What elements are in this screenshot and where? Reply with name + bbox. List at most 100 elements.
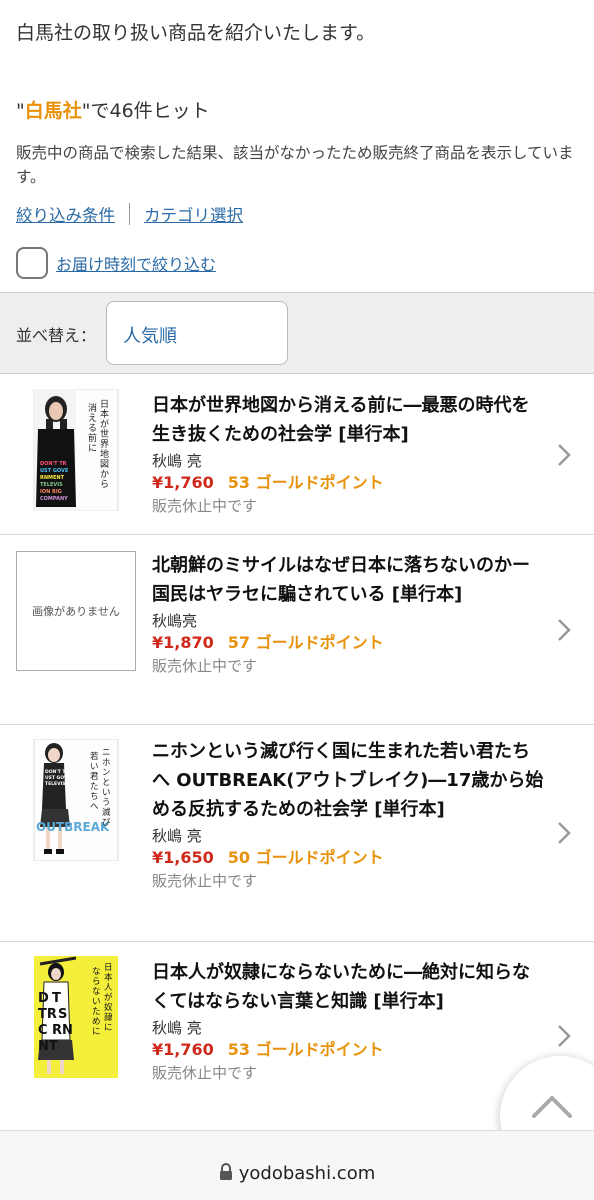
svg-text:TELEVIS: TELEVIS: [45, 781, 65, 787]
filter-conditions-link[interactable]: 絞り込み条件: [16, 202, 115, 226]
product-points: 53 ゴールドポイント: [227, 1040, 384, 1059]
svg-text:図: 図: [100, 459, 109, 470]
price-row: ¥1,760 53 ゴールドポイント: [152, 471, 547, 495]
svg-text:本: 本: [100, 408, 109, 420]
product-item[interactable]: DON'T TR UST GOVE RNMENT TELEVIS ION BIG…: [0, 375, 594, 535]
product-price: ¥1,870: [152, 633, 214, 652]
product-author: 秋嶋 亮: [152, 827, 202, 845]
product-title[interactable]: 日本が世界地図から消える前に―最悪の時代を生き抜くための社会学 [単行本]: [152, 391, 547, 449]
delivery-filter-checkbox[interactable]: [16, 247, 48, 279]
svg-text:NT: NT: [38, 1039, 58, 1054]
product-title[interactable]: 北朝鮮のミサイルはなぜ日本に落ちないのかー国民はヤラセに騙されている [単行本]: [152, 551, 547, 609]
chevron-right-icon: [558, 1025, 571, 1047]
product-status: 販売休止中です: [152, 1064, 258, 1082]
svg-text:世: 世: [100, 428, 109, 440]
url-text: yodobashi.com: [238, 1163, 376, 1184]
svg-text:た: た: [90, 782, 99, 792]
product-author: 秋嶋亮: [152, 612, 198, 630]
chevron-right-icon: [558, 444, 571, 466]
quote-open: ": [16, 100, 25, 122]
svg-text:日: 日: [104, 963, 113, 973]
svg-text:地: 地: [100, 448, 109, 460]
product-info: 日本が世界地図から消える前に―最悪の時代を生き抜くための社会学 [単行本] 秋嶋…: [152, 391, 547, 517]
price-row: ¥1,760 53 ゴールドポイント: [152, 1038, 547, 1062]
svg-text:界: 界: [100, 439, 109, 450]
product-thumbnail: OUTBREAK DON'T TR UST GOV TELEVIS ニホンという…: [33, 739, 119, 861]
svg-text:ち: ち: [90, 792, 99, 802]
svg-text:本: 本: [104, 972, 113, 983]
svg-text:ニ: ニ: [102, 748, 111, 758]
svg-text:ン: ン: [102, 768, 111, 778]
svg-text:た: た: [92, 1007, 101, 1017]
sort-bar: 並べ替え： 人気順: [0, 292, 594, 374]
svg-text:が: が: [104, 992, 113, 1003]
link-divider: [129, 203, 130, 225]
chevron-up-icon: [532, 1096, 572, 1118]
product-item[interactable]: 画像がありません 北朝鮮のミサイルはなぜ日本に落ちないのかー国民はヤラセに騙され…: [0, 535, 594, 725]
svg-text:が: が: [100, 418, 109, 430]
svg-text:に: に: [88, 443, 97, 454]
svg-text:い: い: [90, 762, 99, 772]
svg-text:DON'T TR: DON'T TR: [45, 769, 69, 775]
product-info: ニホンという滅び行く国に生まれた若い君たちへ OUTBREAK(アウトブレイク)…: [152, 737, 547, 892]
svg-text:S: S: [58, 1007, 67, 1022]
product-status: 販売休止中です: [152, 657, 258, 675]
svg-text:TR: TR: [38, 1007, 57, 1022]
svg-text:へ: へ: [90, 802, 99, 812]
svg-text:ホ: ホ: [102, 758, 111, 768]
svg-text:な: な: [92, 967, 101, 977]
filter-links: 絞り込み条件 カテゴリ選択: [16, 202, 243, 226]
svg-text:RNMENT: RNMENT: [40, 475, 65, 481]
product-points: 53 ゴールドポイント: [227, 473, 384, 492]
svg-text:ION BIG: ION BIG: [40, 489, 62, 495]
svg-text:DON'T TR: DON'T TR: [40, 461, 67, 467]
product-info: 日本人が奴隷にならないために―絶対に知らなくてはならない言葉と知識 [単行本] …: [152, 958, 547, 1084]
hit-count-text: "で46件ヒット: [81, 100, 210, 122]
svg-text:前: 前: [88, 432, 97, 444]
svg-text:る: る: [88, 423, 97, 434]
svg-text:君: 君: [90, 772, 99, 782]
svg-text:C: C: [38, 1023, 48, 1038]
product-title[interactable]: 日本人が奴隷にならないために―絶対に知らなくてはならない言葉と知識 [単行本]: [152, 958, 547, 1016]
product-points: 50 ゴールドポイント: [227, 848, 384, 867]
svg-text:う: う: [102, 798, 111, 808]
category-select-link[interactable]: カテゴリ選択: [144, 202, 243, 226]
lock-icon: [219, 1163, 232, 1180]
svg-text:い: い: [92, 997, 101, 1007]
svg-text:え: え: [88, 413, 97, 424]
browser-address-bar[interactable]: yodobashi.com: [0, 1130, 594, 1200]
no-image-placeholder: 画像がありません: [16, 551, 136, 671]
address-bar-url: yodobashi.com: [0, 1163, 594, 1184]
svg-text:隷: 隷: [104, 1012, 113, 1023]
svg-text:に: に: [104, 1023, 113, 1033]
svg-text:滅: 滅: [102, 807, 111, 818]
intro-text: 白馬社の取り扱い商品を紹介いたします。: [16, 22, 376, 44]
sort-select[interactable]: 人気順: [106, 301, 288, 365]
product-author: 秋嶋 亮: [152, 452, 202, 470]
svg-text:T: T: [52, 991, 61, 1006]
svg-text:に: に: [92, 1027, 101, 1037]
svg-text:い: い: [102, 788, 111, 798]
product-thumbnail: DON'T TR UST GOVE RNMENT TELEVIS ION BIG…: [33, 389, 119, 511]
product-status: 販売休止中です: [152, 497, 258, 515]
svg-text:人: 人: [104, 983, 113, 993]
svg-text:COMPANY: COMPANY: [40, 496, 68, 502]
svg-text:OUTBREAK: OUTBREAK: [36, 820, 110, 834]
product-item[interactable]: OUTBREAK DON'T TR UST GOV TELEVIS ニホンという…: [0, 725, 594, 942]
svg-text:な: な: [92, 987, 101, 997]
delivery-filter-link[interactable]: お届け時刻で絞り込む: [56, 251, 216, 275]
svg-text:UST GOV: UST GOV: [45, 775, 68, 781]
svg-text:日: 日: [100, 399, 109, 410]
sort-label: 並べ替え：: [16, 326, 97, 345]
svg-text:ら: ら: [92, 977, 101, 987]
svg-text:と: と: [102, 778, 111, 788]
svg-text:か: か: [100, 469, 109, 480]
delivery-filter: お届け時刻で絞り込む: [16, 247, 216, 279]
product-title[interactable]: ニホンという滅び行く国に生まれた若い君たちへ OUTBREAK(アウトブレイク)…: [152, 737, 547, 824]
price-row: ¥1,870 57 ゴールドポイント: [152, 631, 547, 655]
svg-text:消: 消: [88, 402, 97, 414]
product-price: ¥1,760: [152, 473, 214, 492]
product-status: 販売休止中です: [152, 872, 258, 890]
product-price: ¥1,650: [152, 848, 214, 867]
search-keyword: 白馬社: [24, 100, 82, 122]
